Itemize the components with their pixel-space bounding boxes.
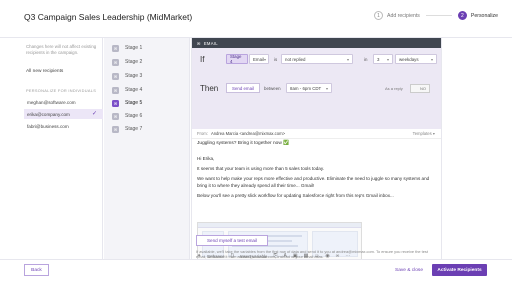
stage-chip-label: Stage 4: [230, 54, 242, 64]
stage-item-3[interactable]: ✉ Stage 3: [112, 71, 142, 81]
time-range-value: 8am - 6pm CDT: [290, 85, 322, 91]
chevron-down-icon: ▾: [325, 85, 328, 91]
mail-icon: ✉: [112, 125, 119, 133]
screenshot-header: [198, 223, 361, 228]
check-icon: ✓: [91, 111, 97, 117]
step-personalize[interactable]: 2 Personalize: [457, 11, 498, 20]
editor-header-label: EMAIL: [203, 40, 218, 46]
unit-value: weekdays: [399, 56, 419, 62]
recipient-email: erika@company.com: [27, 111, 70, 117]
recipient-item-selected[interactable]: erika@company.com ✓: [24, 109, 103, 119]
body-greeting: Hi Erika,: [197, 156, 215, 161]
body-paragraph: It seems that your team is using more th…: [197, 166, 325, 172]
editor-header: ✉ EMAIL: [192, 38, 441, 48]
campaign-title: Q3 Campaign Sales Leadership (MidMarket): [24, 12, 193, 22]
from-label: From:: [197, 131, 208, 136]
mail-icon: ✉: [112, 58, 119, 66]
recipient-item[interactable]: fabri@business.com: [24, 121, 103, 131]
status-value: not replied: [285, 56, 306, 62]
mail-icon: ✉: [197, 40, 201, 46]
templates-label: Templates: [412, 131, 432, 136]
chevron-down-icon: ▾: [432, 131, 435, 136]
count-value: 3: [377, 56, 380, 62]
channel-chip-label: Email: [253, 56, 264, 62]
stage-item-7[interactable]: ✉ Stage 7: [112, 124, 142, 134]
from-value: Andrea Marcia <andrea@mixmax.com>: [210, 131, 286, 136]
mail-icon: ✉: [112, 72, 119, 80]
mail-icon: ✉: [112, 99, 119, 107]
stage-label: Stage 3: [125, 73, 143, 79]
as-reply-toggle[interactable]: NO: [410, 84, 430, 93]
condition-block: If Stage 4 Email ▾ is not replied ▾ in 3…: [192, 48, 441, 129]
toggle-value: NO: [420, 86, 426, 91]
bottom-bar: Back Save & close Activate Recipients: [0, 259, 512, 299]
stage-item-5[interactable]: ✉ Stage 5: [112, 98, 142, 108]
wizard-steps: 1 Add recipients 2 Personalize: [374, 11, 498, 20]
recipient-item[interactable]: meghan@software.com: [24, 97, 103, 107]
personalize-section-title: PERSONALIZE FOR INDIVIDUALS: [26, 88, 97, 93]
body-paragraph: Below you'll see a pretty slick workflow…: [197, 192, 394, 198]
right-gutter: [443, 38, 512, 259]
step-number: 1: [374, 11, 384, 20]
send-test-email-button[interactable]: Send myself a test email: [196, 235, 268, 246]
stage-label: Stage 4: [125, 87, 143, 93]
is-word: is: [274, 57, 278, 62]
stage-label: Stage 7: [125, 126, 143, 132]
back-button[interactable]: Back: [24, 264, 49, 276]
status-dropdown[interactable]: not replied ▾: [281, 54, 353, 64]
stages-panel: ✉ Stage 1 ✉ Stage 2 ✉ Stage 3 ✉ Stage 4 …: [104, 38, 190, 259]
chevron-down-icon: ▾: [346, 56, 349, 62]
count-input[interactable]: 3 ▾: [373, 54, 393, 64]
step-number: 2: [457, 11, 467, 20]
stage-label: Stage 6: [125, 113, 143, 119]
step-label: Personalize: [470, 12, 498, 19]
stage-label: Stage 2: [125, 59, 143, 65]
stage-label: Stage 5: [125, 100, 143, 106]
all-recipients-item[interactable]: All new recipients: [26, 69, 63, 74]
then-label: Then: [200, 84, 219, 93]
in-word: in: [364, 57, 368, 62]
step-add-recipients[interactable]: 1 Add recipients: [374, 11, 420, 20]
step-divider: [425, 15, 452, 16]
if-label: If: [200, 55, 205, 64]
body-paragraph: We want to help make your reps more effe…: [197, 176, 430, 188]
mail-icon: ✉: [112, 44, 119, 52]
chevron-down-icon: ▾: [263, 56, 266, 62]
recipient-email: fabri@business.com: [27, 123, 69, 129]
email-body[interactable]: Hi Erika, It seems that your team is usi…: [197, 156, 437, 203]
templates-dropdown[interactable]: Templates ▾: [413, 131, 435, 136]
chevron-down-icon: ▾: [386, 56, 389, 62]
chevron-down-icon: ▾: [430, 56, 433, 62]
from-row[interactable]: From: Andrea Marcia <andrea@mixmax.com>: [192, 129, 441, 139]
time-range-dropdown[interactable]: 8am - 6pm CDT ▾: [286, 83, 332, 93]
save-close-button[interactable]: Save & close: [389, 264, 429, 276]
channel-chip[interactable]: Email ▾: [249, 54, 269, 64]
test-email-note: If available, we'll take the variables f…: [196, 249, 428, 260]
activate-recipients-button[interactable]: Activate Recipients: [432, 264, 487, 276]
step-label: Add recipients: [387, 12, 420, 19]
subject-field[interactable]: Juggling systems? Bring it together now …: [197, 141, 289, 146]
send-email-action[interactable]: Send email: [226, 83, 260, 93]
as-reply-label: As a reply: [385, 86, 403, 91]
mail-icon: ✉: [112, 112, 119, 120]
stage-item-6[interactable]: ✉ Stage 6: [112, 111, 142, 121]
email-editor: ✉ EMAIL If Stage 4 Email ▾ is not replie…: [191, 38, 442, 259]
stage-item-2[interactable]: ✉ Stage 2: [112, 57, 142, 67]
stage-label: Stage 1: [125, 45, 143, 51]
changes-note: Changes here will not affect existing re…: [26, 44, 97, 55]
stage-item-4[interactable]: ✉ Stage 4: [112, 85, 142, 95]
between-word: between: [264, 86, 281, 91]
top-bar: Q3 Campaign Sales Leadership (MidMarket)…: [0, 0, 512, 38]
recipients-panel: Changes here will not affect existing re…: [0, 38, 103, 259]
stage-chip[interactable]: Stage 4: [226, 54, 248, 64]
unit-dropdown[interactable]: weekdays ▾: [395, 54, 437, 64]
recipient-email: meghan@software.com: [27, 99, 76, 105]
mail-icon: ✉: [112, 86, 119, 94]
stage-item-1[interactable]: ✉ Stage 1: [112, 43, 142, 53]
